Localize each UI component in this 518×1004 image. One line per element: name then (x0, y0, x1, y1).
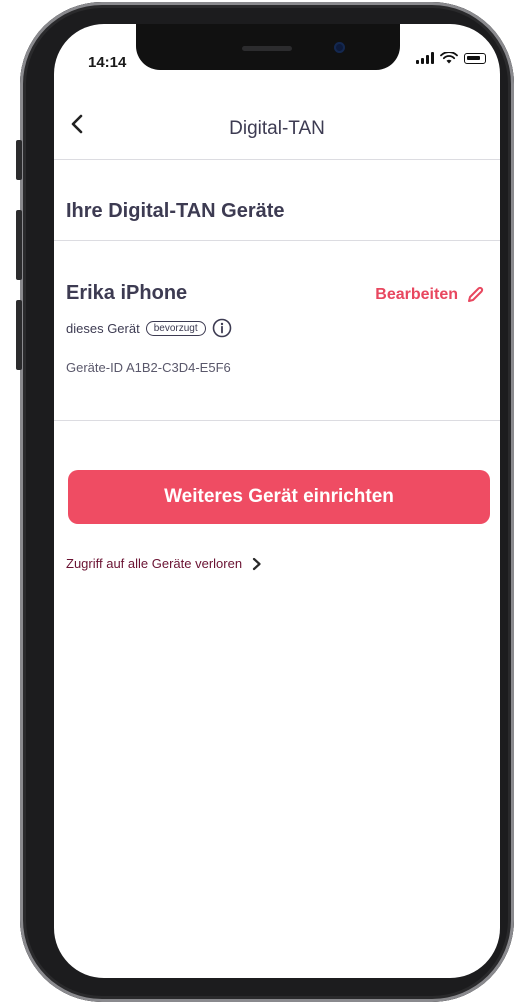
chevron-right-icon (252, 557, 261, 570)
screen: 14:14 Digital-TAN Ihre Digital-TAN Gerät… (54, 24, 500, 978)
volume-up-button (16, 210, 22, 280)
device-meta-row: dieses Gerät bevorzugt (66, 318, 232, 338)
signal-icon (416, 52, 434, 64)
preferred-badge: bevorzugt (145, 320, 206, 336)
page-title: Digital-TAN (229, 118, 325, 139)
wifi-icon (440, 52, 458, 64)
battery-icon (464, 52, 486, 64)
mute-switch (16, 140, 22, 180)
nav-divider (54, 159, 500, 160)
front-camera (334, 42, 345, 53)
status-icons (416, 52, 486, 64)
edit-label: Bearbeiten (375, 286, 458, 303)
speaker (242, 46, 292, 51)
lost-access-label: Zugriff auf alle Geräte verloren (66, 556, 243, 571)
nav-bar: Digital-TAN (54, 104, 500, 160)
add-device-button[interactable]: Weiteres Gerät einrichten (68, 470, 490, 524)
volume-down-button (16, 300, 22, 370)
notch (136, 24, 400, 70)
this-device-label: dieses Gerät (66, 320, 140, 336)
status-time: 14:14 (88, 54, 127, 71)
device-divider (54, 420, 500, 421)
device-id: Geräte-ID A1B2-C3D4-E5F6 (66, 360, 231, 375)
section-title: Ihre Digital-TAN Geräte (66, 200, 285, 222)
device-name: Erika iPhone (66, 282, 188, 304)
info-icon[interactable] (212, 318, 232, 338)
lost-access-link[interactable]: Zugriff auf alle Geräte verloren (66, 556, 262, 571)
pencil-icon (468, 286, 484, 302)
edit-button[interactable]: Bearbeiten (375, 286, 484, 304)
section-divider (54, 240, 500, 241)
